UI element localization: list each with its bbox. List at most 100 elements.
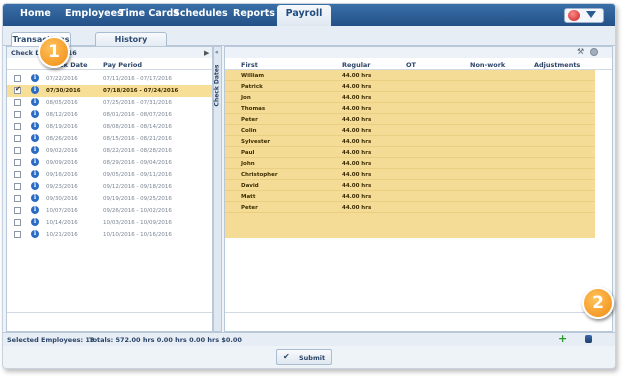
nav-schedules[interactable]: Schedules xyxy=(173,8,228,19)
employee-row[interactable]: Patrick 44.00 hrs xyxy=(225,81,595,92)
info-icon[interactable]: i xyxy=(31,122,39,130)
employee-regular-hours: 44.00 hrs xyxy=(342,150,372,156)
check-date-row[interactable]: i 09/09/2016 08/29/2016 - 09/04/2016 xyxy=(7,157,212,169)
employee-row[interactable]: John 44.00 hrs xyxy=(225,158,595,169)
nav-payroll[interactable]: Payroll xyxy=(277,5,331,26)
row-checkbox[interactable] xyxy=(14,171,21,178)
employee-row[interactable]: Jon 44.00 hrs xyxy=(225,92,595,103)
check-date-value: 10/14/2016 xyxy=(46,220,78,226)
info-icon[interactable]: i xyxy=(31,146,39,154)
employee-regular-hours: 44.00 hrs xyxy=(342,117,372,123)
row-checkbox[interactable] xyxy=(14,99,21,106)
submit-label: Submit xyxy=(299,354,326,362)
check-date-row[interactable]: i 10/14/2016 10/03/2016 - 10/09/2016 xyxy=(7,217,212,229)
check-dates-sidebar[interactable]: « Check Dates xyxy=(213,46,222,332)
pay-period-value: 08/15/2016 - 08/21/2016 xyxy=(103,136,172,142)
info-icon[interactable]: i xyxy=(31,182,39,190)
check-date-value: 08/26/2016 xyxy=(46,136,78,142)
pin-icon[interactable]: ▶ xyxy=(204,49,209,57)
employee-row[interactable]: Christopher 44.00 hrs xyxy=(225,169,595,180)
pay-period-value: 08/01/2016 - 08/07/2016 xyxy=(103,112,172,118)
collapse-icon[interactable]: « xyxy=(215,49,219,56)
info-icon[interactable]: i xyxy=(31,110,39,118)
check-icon: ✔ xyxy=(283,352,290,361)
col-ot[interactable]: OT xyxy=(406,61,416,69)
check-date-value: 10/07/2016 xyxy=(46,208,78,214)
info-icon[interactable]: i xyxy=(31,194,39,202)
check-date-value: 07/22/2016 xyxy=(46,76,78,82)
employee-regular-hours: 44.00 hrs xyxy=(342,84,372,90)
employee-row[interactable]: Matt 44.00 hrs xyxy=(225,191,595,202)
info-icon[interactable]: i xyxy=(31,74,39,82)
check-date-row[interactable]: i 10/07/2016 09/26/2016 - 10/02/2016 xyxy=(7,205,212,217)
submit-button[interactable]: ✔ Submit xyxy=(276,349,332,365)
info-icon[interactable]: i xyxy=(31,206,39,214)
employee-first-name: Paul xyxy=(241,150,255,156)
info-icon[interactable]: i xyxy=(31,98,39,106)
pay-period-value: 08/22/2016 - 08/28/2016 xyxy=(103,148,172,154)
employee-row[interactable]: David 44.00 hrs xyxy=(225,180,595,191)
employee-toolbar: ⚒ xyxy=(225,47,612,58)
col-adjustments[interactable]: Adjustments xyxy=(534,61,580,69)
employee-row[interactable]: Thomas 44.00 hrs xyxy=(225,103,595,114)
check-date-row[interactable]: i 08/12/2016 08/01/2016 - 08/07/2016 xyxy=(7,109,212,121)
info-icon[interactable]: i xyxy=(31,230,39,238)
check-date-row[interactable]: i 08/26/2016 08/15/2016 - 08/21/2016 xyxy=(7,133,212,145)
row-checkbox[interactable] xyxy=(14,159,21,166)
save-button[interactable] xyxy=(581,333,595,345)
employee-regular-hours: 44.00 hrs xyxy=(342,161,372,167)
wrench-icon[interactable]: ⚒ xyxy=(577,47,584,56)
info-icon[interactable]: i xyxy=(31,170,39,178)
employee-row[interactable]: Paul 44.00 hrs xyxy=(225,147,595,158)
col-regular[interactable]: Regular xyxy=(342,61,371,69)
employee-row[interactable]: Peter 44.00 hrs xyxy=(225,202,595,213)
add-button[interactable]: + xyxy=(555,332,569,345)
check-date-value: 09/09/2016 xyxy=(46,160,78,166)
employee-first-name: Matt xyxy=(241,194,256,200)
info-icon[interactable]: i xyxy=(31,158,39,166)
check-date-row[interactable]: i 09/30/2016 09/19/2016 - 09/25/2016 xyxy=(7,193,212,205)
check-date-row[interactable]: i 07/30/2016 07/18/2016 - 07/24/2016 xyxy=(7,85,212,97)
nav-time-cards[interactable]: Time Cards xyxy=(119,8,179,19)
row-checkbox[interactable] xyxy=(14,147,21,154)
nav-reports[interactable]: Reports xyxy=(233,8,275,19)
row-checkbox[interactable] xyxy=(14,75,21,82)
employee-row[interactable]: Sylvester 44.00 hrs xyxy=(225,136,595,147)
check-date-row[interactable]: i 08/19/2016 08/08/2016 - 08/14/2016 xyxy=(7,121,212,133)
employee-row[interactable]: Peter 44.00 hrs xyxy=(225,114,595,125)
col-first[interactable]: First xyxy=(241,61,258,69)
pay-period-value: 09/19/2016 - 09/25/2016 xyxy=(103,196,172,202)
nav-home[interactable]: Home xyxy=(20,8,51,19)
row-checkbox[interactable] xyxy=(14,85,21,94)
col-pay-period[interactable]: Pay Period xyxy=(103,61,142,69)
check-date-row[interactable]: i 09/16/2016 09/05/2016 - 09/11/2016 xyxy=(7,169,212,181)
row-checkbox[interactable] xyxy=(14,219,21,226)
check-date-row[interactable]: i 10/21/2016 10/10/2016 - 10/16/2016 xyxy=(7,229,212,241)
employee-row[interactable]: Colin 44.00 hrs xyxy=(225,125,595,136)
gear-icon[interactable] xyxy=(590,48,598,56)
check-date-row[interactable]: i 09/02/2016 08/22/2016 - 08/28/2016 xyxy=(7,145,212,157)
row-checkbox[interactable] xyxy=(14,231,21,238)
row-checkbox[interactable] xyxy=(14,123,21,130)
check-date-row[interactable]: i 08/05/2016 07/25/2016 - 07/31/2016 xyxy=(7,97,212,109)
employee-row[interactable]: William 44.00 hrs xyxy=(225,70,595,81)
nav-employees[interactable]: Employees xyxy=(65,8,123,19)
check-date-row[interactable]: i 09/23/2016 09/12/2016 - 09/18/2016 xyxy=(7,181,212,193)
info-icon[interactable]: i xyxy=(31,134,39,142)
info-icon[interactable]: i xyxy=(31,86,39,94)
row-checkbox[interactable] xyxy=(14,135,21,142)
row-checkbox[interactable] xyxy=(14,195,21,202)
row-checkbox[interactable] xyxy=(14,183,21,190)
row-checkbox[interactable] xyxy=(14,207,21,214)
col-non-work[interactable]: Non-work xyxy=(470,61,505,69)
user-menu[interactable] xyxy=(564,8,604,23)
check-date-row[interactable]: i 07/22/2016 07/11/2016 - 07/17/2016 xyxy=(7,73,212,85)
employee-regular-hours: 44.00 hrs xyxy=(342,183,372,189)
employee-regular-hours: 44.00 hrs xyxy=(342,106,372,112)
pay-period-value: 08/08/2016 - 08/14/2016 xyxy=(103,124,172,130)
info-icon[interactable]: i xyxy=(31,218,39,226)
chevron-down-icon[interactable] xyxy=(586,11,596,18)
tab-history[interactable]: History xyxy=(95,32,167,46)
totals-summary: Totals: 572.00 hrs 0.00 hrs 0.00 hrs $0.… xyxy=(89,336,242,344)
row-checkbox[interactable] xyxy=(14,111,21,118)
